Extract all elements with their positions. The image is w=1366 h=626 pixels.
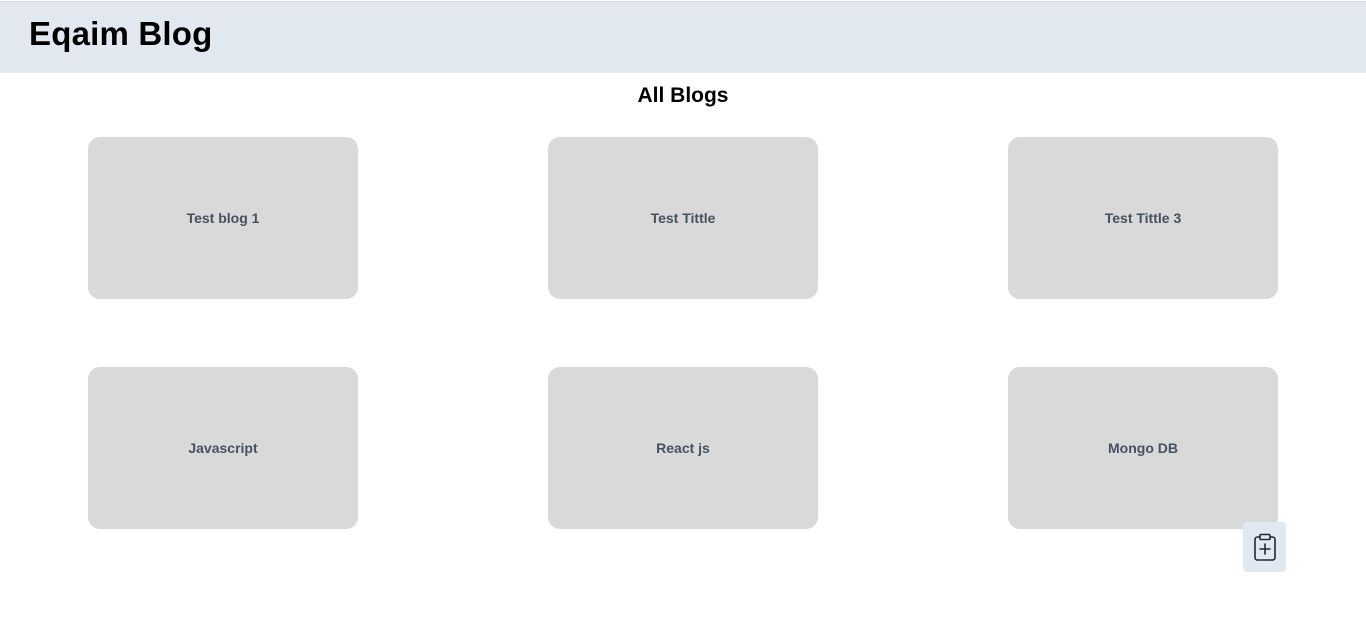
blog-card[interactable]: Test Tittle 3 <box>1008 137 1278 299</box>
blog-card[interactable]: Mongo DB <box>1008 367 1278 529</box>
brand-title[interactable]: Eqaim Blog <box>29 15 213 53</box>
blog-card[interactable]: Test blog 1 <box>88 137 358 299</box>
blog-card-title: Javascript <box>188 440 258 456</box>
blog-card-title: Test Tittle <box>650 210 716 226</box>
clipboard-plus-icon <box>1253 533 1277 561</box>
blog-card[interactable]: Test Tittle <box>548 137 818 299</box>
blog-card-title: React js <box>656 440 710 456</box>
blog-card[interactable]: Javascript <box>88 367 358 529</box>
blog-card-title: Test Tittle 3 <box>1104 210 1182 226</box>
add-blog-button[interactable] <box>1243 522 1286 572</box>
app-header: Eqaim Blog <box>0 1 1366 73</box>
blog-card-title: Test blog 1 <box>186 210 260 226</box>
blog-card[interactable]: React js <box>548 367 818 529</box>
page-title: All Blogs <box>637 84 729 107</box>
blog-card-title: Mongo DB <box>1108 440 1178 456</box>
